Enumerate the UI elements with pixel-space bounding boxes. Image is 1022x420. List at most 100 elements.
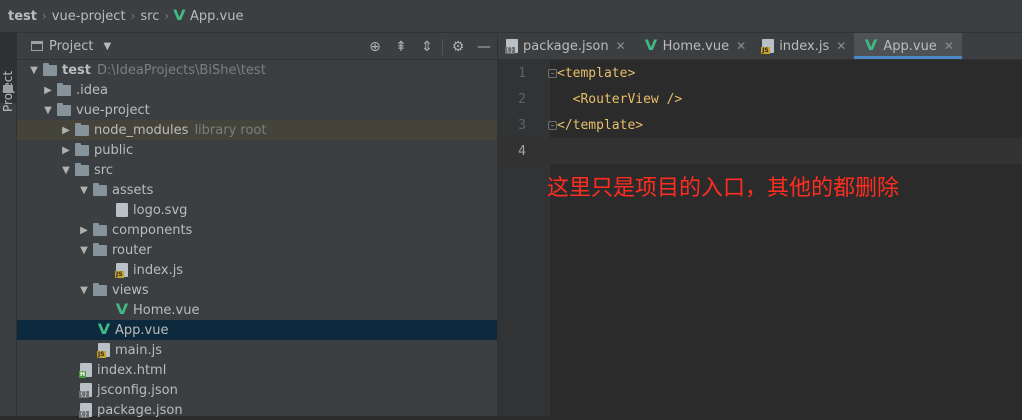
chevron-right-icon[interactable]: ▶ <box>77 225 91 236</box>
current-code-line[interactable]: 4 <box>498 138 1022 164</box>
collapse-all-icon[interactable]: ⇞ <box>388 39 414 55</box>
tree-item-vue-project[interactable]: ▼ vue-project <box>17 100 497 120</box>
tree-item-label: components <box>112 222 193 238</box>
close-icon[interactable]: ✕ <box>836 39 846 53</box>
close-icon[interactable]: ✕ <box>944 39 954 53</box>
tree-item-label: index.js <box>133 262 184 278</box>
breadcrumb: test › vue-project › src › V App.vue <box>0 0 1022 33</box>
vue-file-icon: V <box>173 8 186 24</box>
tree-item-node-modules[interactable]: ▶ node_modules library root <box>17 120 497 140</box>
tree-item-router-index-js[interactable]: index.js <box>17 260 497 280</box>
tree-item-label: index.html <box>97 362 167 378</box>
chevron-right-icon[interactable]: ▶ <box>59 125 73 136</box>
folder-icon <box>93 282 107 296</box>
folder-icon <box>93 242 107 256</box>
close-icon[interactable]: ✕ <box>616 39 626 53</box>
tab-app-vue[interactable]: V App.vue ✕ <box>854 33 962 59</box>
code-line[interactable]: 3 </template> <box>498 112 1022 138</box>
chevron-right-icon[interactable]: ▶ <box>59 145 73 156</box>
tree-item-label: Home.vue <box>133 302 200 318</box>
tree-item-logo-svg[interactable]: logo.svg <box>17 200 497 220</box>
breadcrumb-item-app-vue[interactable]: App.vue <box>190 9 243 24</box>
code-line[interactable]: 2 <RouterView /> <box>498 86 1022 112</box>
library-root-note: library root <box>194 122 267 138</box>
code-text: <template> <box>557 65 636 81</box>
line-number: 4 <box>518 143 526 159</box>
line-number: 1 <box>518 65 526 81</box>
tree-item-jsconfig-json[interactable]: jsconfig.json <box>17 380 497 400</box>
tree-item-label: router <box>112 242 152 258</box>
js-file-icon <box>97 343 110 358</box>
tree-item-public[interactable]: ▶ public <box>17 140 497 160</box>
svg-file-icon <box>116 203 128 217</box>
tree-item-main-js[interactable]: main.js <box>17 340 497 360</box>
tree-item-label: src <box>94 162 113 178</box>
tree-item-views[interactable]: ▼ views <box>17 280 497 300</box>
tab-label: package.json <box>523 38 609 54</box>
tree-item-app-vue[interactable]: V App.vue <box>17 320 497 340</box>
tree-item-label: test <box>62 62 91 78</box>
tab-label: Home.vue <box>662 38 730 54</box>
expand-icon[interactable]: ⇕ <box>414 39 440 55</box>
tab-index-js[interactable]: index.js ✕ <box>754 33 854 59</box>
json-file-icon <box>505 39 518 54</box>
breadcrumb-item-vue-project[interactable]: vue-project <box>52 9 126 24</box>
code-text: </template> <box>557 117 644 133</box>
fold-icon[interactable] <box>548 120 557 130</box>
code-line[interactable]: 1 <template> <box>498 60 1022 86</box>
project-panel-title[interactable]: Project <box>49 39 93 54</box>
tree-item-assets[interactable]: ▼ assets <box>17 180 497 200</box>
chevron-down-icon[interactable]: ▼ <box>103 41 111 52</box>
tree-item-label: vue-project <box>76 102 150 118</box>
tree-item-home-vue[interactable]: V Home.vue <box>17 300 497 320</box>
chevron-right-icon: › <box>41 9 47 23</box>
tree-item-label: logo.svg <box>133 202 188 218</box>
tool-window-strip: Project <box>0 33 17 416</box>
vue-file-icon: V <box>644 38 657 54</box>
tab-label: index.js <box>779 38 830 54</box>
tree-item-label: package.json <box>97 402 183 418</box>
js-file-icon <box>761 39 775 54</box>
target-icon[interactable]: ⊕ <box>362 39 388 55</box>
chevron-down-icon[interactable]: ▼ <box>77 285 91 296</box>
folder-icon <box>75 122 89 136</box>
tree-item-idea[interactable]: ▶ .idea <box>17 80 497 100</box>
breadcrumb-item-src[interactable]: src <box>140 9 159 24</box>
tree-item-label: jsconfig.json <box>97 382 178 398</box>
tree-item-label: .idea <box>76 82 108 98</box>
tree-item-index-html[interactable]: index.html <box>17 360 497 380</box>
tree-item-package-json[interactable]: package.json <box>17 400 497 420</box>
line-number: 3 <box>518 117 526 133</box>
chevron-down-icon[interactable]: ▼ <box>77 185 91 196</box>
line-number: 2 <box>518 91 526 107</box>
chevron-right-icon[interactable]: ▶ <box>41 85 55 96</box>
tab-home-vue[interactable]: V Home.vue ✕ <box>634 33 755 59</box>
annotation-text: 这里只是项目的入口，其他的都删除 <box>547 176 900 201</box>
chevron-down-icon[interactable]: ▼ <box>27 65 41 76</box>
folder-icon <box>3 85 13 93</box>
tree-item-src[interactable]: ▼ src <box>17 160 497 180</box>
folder-icon <box>93 182 107 196</box>
chevron-down-icon[interactable]: ▼ <box>77 245 91 256</box>
fold-icon[interactable] <box>548 68 557 78</box>
tree-item-label: node_modules <box>94 122 189 138</box>
json-file-icon <box>79 383 92 398</box>
minimize-icon[interactable]: — <box>471 39 497 55</box>
tree-item-label: main.js <box>115 342 162 358</box>
tree-item-label: views <box>112 282 149 298</box>
chevron-down-icon[interactable]: ▼ <box>59 165 73 176</box>
chevron-down-icon[interactable]: ▼ <box>41 105 55 116</box>
folder-icon <box>75 142 89 156</box>
project-path: D:\IdeaProjects\BiShe\test <box>96 62 266 78</box>
tab-package-json[interactable]: package.json ✕ <box>498 33 634 59</box>
tree-item-label: public <box>94 142 134 158</box>
breadcrumb-item-test[interactable]: test <box>8 9 37 24</box>
tree-item-components[interactable]: ▶ components <box>17 220 497 240</box>
close-icon[interactable]: ✕ <box>736 39 746 53</box>
vue-file-icon: V <box>115 302 129 318</box>
gear-icon[interactable]: ⚙ <box>445 39 471 55</box>
tree-item-router[interactable]: ▼ router <box>17 240 497 260</box>
tree-item-root[interactable]: ▼ test D:\IdeaProjects\BiShe\test <box>17 60 497 80</box>
tab-label: App.vue <box>883 38 937 54</box>
folder-icon <box>93 222 107 236</box>
